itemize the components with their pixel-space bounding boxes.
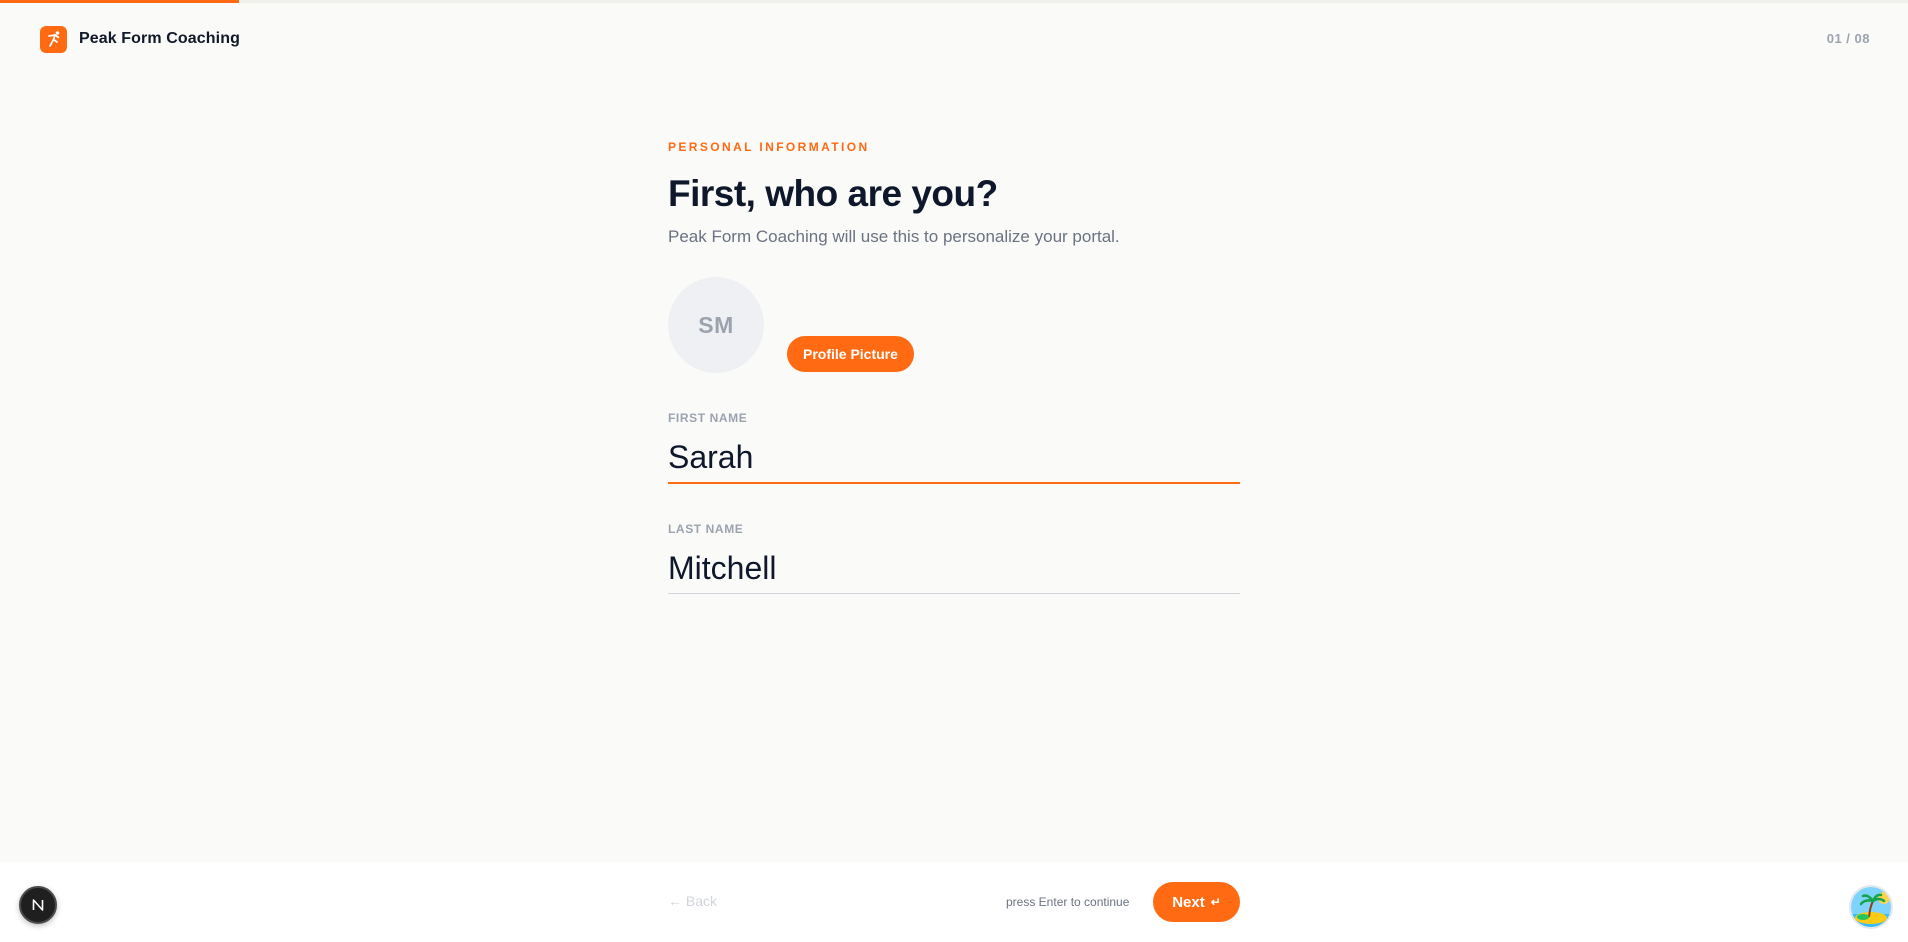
runner-icon	[40, 25, 67, 53]
back-button[interactable]: ← Back	[668, 893, 717, 909]
section-eyebrow: PERSONAL INFORMATION	[668, 140, 870, 154]
island-icon[interactable]	[1849, 885, 1893, 929]
n-badge-icon[interactable]	[19, 886, 57, 924]
next-button[interactable]: Next ↵	[1153, 882, 1240, 922]
brand-name: Peak Form Coaching	[79, 30, 240, 47]
footer-bar: ← Back press Enter to continue Next ↵	[0, 862, 1908, 942]
last-name-field: LAST NAME	[668, 521, 1240, 594]
avatar[interactable]: SM	[668, 277, 764, 373]
first-name-input[interactable]	[668, 432, 1240, 482]
last-name-label: LAST NAME	[668, 522, 744, 536]
profile-picture-button[interactable]: Profile Picture	[787, 336, 914, 372]
page-subtitle: Peak Form Coaching will use this to pers…	[668, 227, 1120, 246]
top-bar: Peak Form Coaching 01 / 08	[0, 3, 1908, 73]
avatar-initials: SM	[698, 311, 734, 338]
enter-icon: ↵	[1210, 895, 1221, 909]
step-counter: 01 / 08	[1826, 31, 1870, 46]
first-name-underline	[668, 482, 1240, 484]
form-panel: PERSONAL INFORMATION First, who are you?…	[668, 138, 1240, 594]
first-name-label: FIRST NAME	[668, 411, 748, 425]
avatar-row: SM Profile Picture	[668, 277, 1240, 373]
last-name-underline	[668, 593, 1240, 594]
page-title: First, who are you?	[668, 173, 998, 214]
next-button-label: Next	[1172, 893, 1205, 911]
brand[interactable]: Peak Form Coaching	[40, 23, 240, 55]
first-name-field: FIRST NAME	[668, 410, 1240, 484]
last-name-input[interactable]	[668, 543, 1240, 593]
enter-hint: press Enter to continue	[1006, 895, 1130, 909]
